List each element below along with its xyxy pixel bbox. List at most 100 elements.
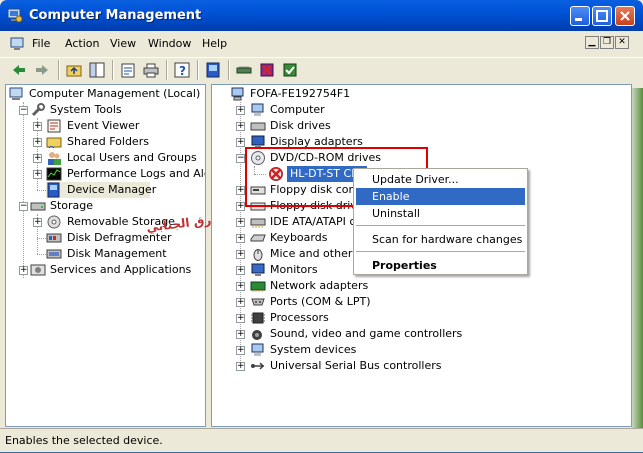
tree-label: Computer [270,103,325,116]
expand-toggle[interactable]: + [236,218,245,227]
menu-item-properties[interactable]: Properties [356,257,525,274]
status-bar: Enables the selected device. [0,428,643,453]
back-button[interactable] [9,60,29,80]
tree-label: Universal Serial Bus controllers [270,359,442,372]
show-tree-icon [89,62,105,78]
disk-management-icon [46,249,62,259]
collapse-toggle[interactable]: − [236,154,245,163]
tree-item-event-viewer[interactable]: Event Viewer [46,118,201,134]
update-driver-button[interactable] [280,60,300,80]
mdi-close-button[interactable]: ✕ [615,36,629,49]
expand-toggle[interactable]: + [236,346,245,355]
collapse-toggle[interactable]: − [19,202,28,211]
title-bar[interactable]: Computer Management [0,0,643,31]
tree-item-storage[interactable]: Storage [30,198,200,214]
tree-label: Network adapters [270,279,369,292]
device-category-processors[interactable]: Processors [250,310,450,326]
menu-item-scan-hardware[interactable]: Scan for hardware changes [356,231,525,248]
mouse-icon [253,249,263,261]
console-tree-pane[interactable]: Computer Management (Local) − System Too… [5,84,206,427]
show-tree-button[interactable] [87,60,107,80]
expand-toggle[interactable]: + [236,234,245,243]
forward-button[interactable] [32,60,52,80]
removable-storage-icon [47,215,61,229]
properties-button[interactable] [118,60,138,80]
scan-hardware-button[interactable] [234,60,254,80]
tree-line [37,190,46,191]
device-category-computer[interactable]: Computer [250,102,450,118]
sound-icon [252,330,262,340]
collapse-toggle[interactable]: − [19,106,28,115]
expand-toggle[interactable]: + [236,250,245,259]
device-category-ports[interactable]: Ports (COM & LPT) [250,294,450,310]
device-category-usb-controllers[interactable]: Universal Serial Bus controllers [250,358,470,374]
tree-label: System Tools [50,103,122,116]
tree-item-local-users-and-groups[interactable]: Local Users and Groups [46,150,201,166]
menu-item-uninstall[interactable]: Uninstall [356,205,525,222]
menu-file[interactable]: File [32,37,50,50]
expand-toggle[interactable]: + [236,362,245,371]
expand-toggle[interactable]: + [33,170,42,179]
expand-toggle[interactable]: + [236,330,245,339]
menu-separator [356,225,525,226]
keyboard-icon [250,234,266,242]
expand-toggle[interactable]: + [236,298,245,307]
disable-device-button[interactable] [257,60,277,80]
expand-toggle[interactable]: + [33,122,42,131]
tree-item-computer-management[interactable]: Computer Management (Local) [9,86,204,102]
mdi-minimize-button[interactable]: ▁ [585,36,599,49]
up-folder-icon [66,65,82,77]
expand-toggle[interactable]: + [236,202,245,211]
help-button[interactable]: ? [172,60,192,80]
network-adapter-icon [250,281,266,292]
device-category-disk-drives[interactable]: Disk drives [250,118,450,134]
context-menu: Update Driver... Enable Uninstall Scan f… [353,168,528,275]
menu-window[interactable]: Window [148,37,191,50]
maximize-button[interactable] [592,6,612,26]
menu-item-enable[interactable]: Enable [356,188,525,205]
expand-toggle[interactable]: + [236,138,245,147]
minimize-button[interactable] [570,6,590,26]
tree-label: FOFA-FE192754F1 [250,87,351,100]
tree-label: Storage [50,199,94,212]
expand-toggle[interactable]: + [236,314,245,323]
tree-item-performance-logs[interactable]: Performance Logs and Alerts [46,166,205,182]
shared-folder-icon [46,137,62,149]
tree-label: Event Viewer [67,119,140,132]
expand-toggle[interactable]: + [33,154,42,163]
tree-item-root-computer[interactable]: FOFA-FE192754F1 [230,86,430,102]
port-icon [251,298,265,306]
expand-toggle[interactable]: + [19,266,28,275]
system-tools-icon [31,103,45,117]
device-category-system-devices[interactable]: System devices [250,342,450,358]
tree-item-disk-defragmenter[interactable]: Disk Defragmenter [46,230,201,246]
mdi-restore-button[interactable]: ❐ [600,36,614,49]
tree-label: System devices [270,343,357,356]
menu-view[interactable]: View [110,37,136,50]
up-folder-button[interactable] [64,60,84,80]
disk-drive-icon [250,122,266,131]
tree-item-services-and-applications[interactable]: Services and Applications [30,262,205,278]
desktop-background-strip [632,88,643,428]
expand-toggle[interactable]: + [236,106,245,115]
expand-toggle[interactable]: + [236,186,245,195]
expand-toggle[interactable]: + [33,138,42,147]
tree-item-disk-management[interactable]: Disk Management [46,246,201,262]
expand-toggle[interactable]: + [33,218,42,227]
close-button[interactable] [615,6,635,26]
device-category-network-adapters[interactable]: Network adapters [250,278,450,294]
tree-item-shared-folders[interactable]: Shared Folders [46,134,201,150]
tree-item-device-manager[interactable]: Device Manager [46,182,156,198]
expand-toggle[interactable]: + [236,282,245,291]
expand-toggle[interactable]: + [236,266,245,275]
tree-item-system-tools[interactable]: System Tools [30,102,200,118]
menu-item-update-driver[interactable]: Update Driver... [356,171,525,188]
menu-action[interactable]: Action [65,37,99,50]
device-manager-button[interactable] [203,60,223,80]
menu-bar: File Action View Window Help [0,33,643,55]
mdi-child-icon[interactable] [10,36,26,52]
device-category-sound-video-game[interactable]: Sound, video and game controllers [250,326,470,342]
print-button[interactable] [141,60,161,80]
menu-help[interactable]: Help [202,37,227,50]
expand-toggle[interactable]: + [236,122,245,131]
